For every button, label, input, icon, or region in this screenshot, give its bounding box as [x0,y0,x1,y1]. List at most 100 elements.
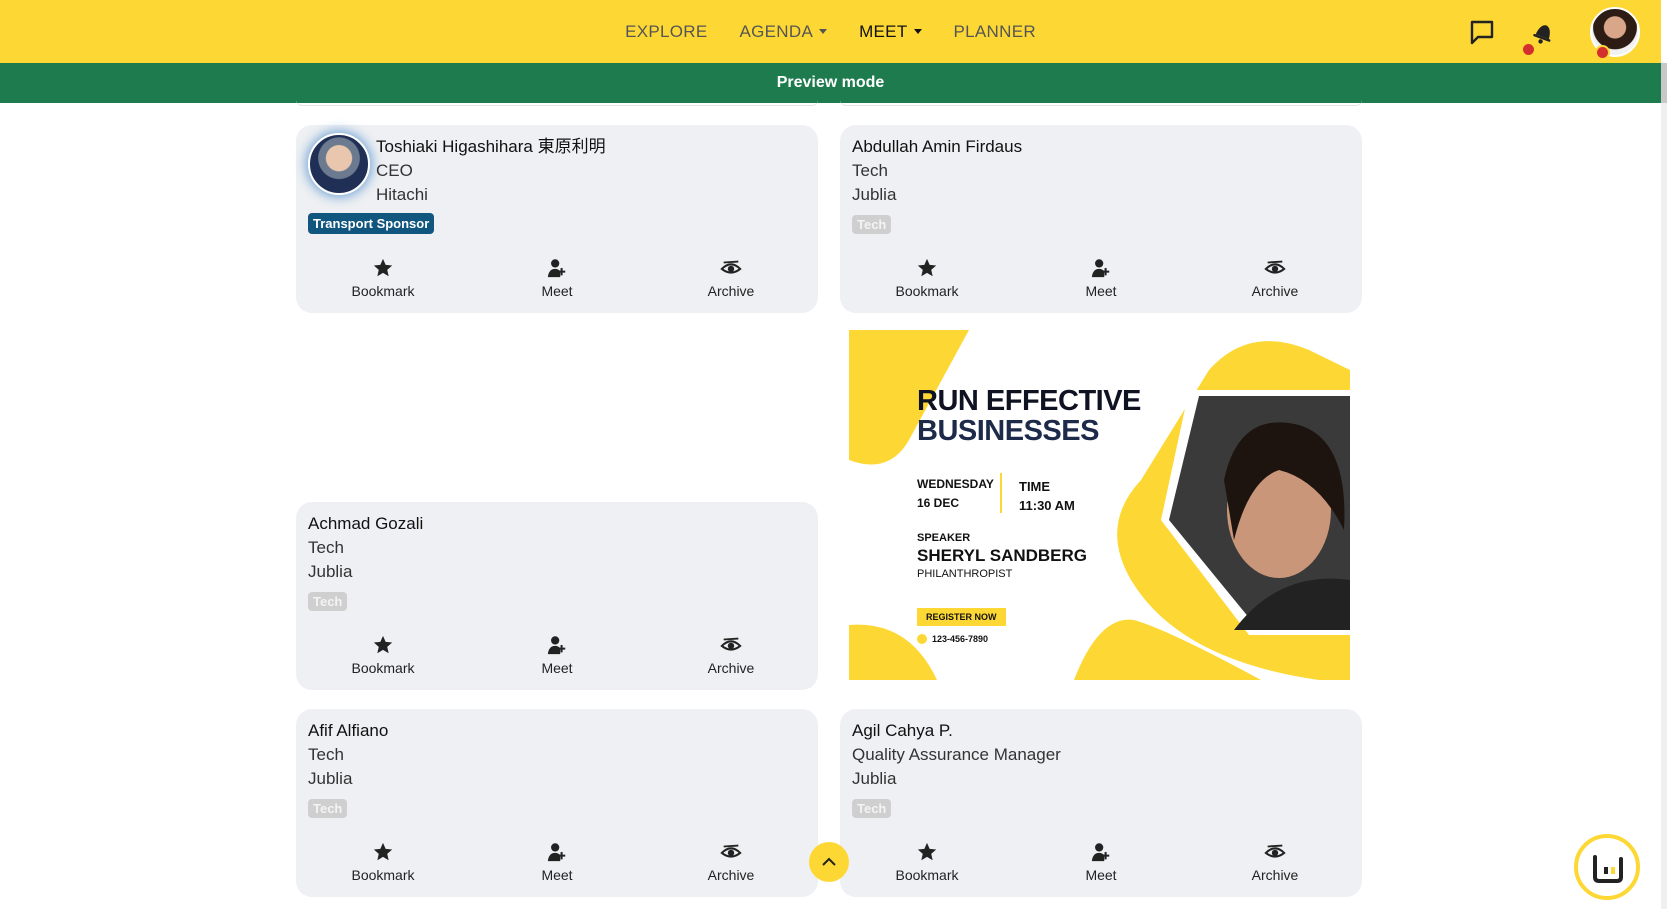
banner-day: WEDNESDAY [917,477,994,491]
attendee-card[interactable]: Abdullah Amin Firdaus Tech Jublia Tech B… [840,125,1362,313]
preview-mode-label: Preview mode [776,74,885,91]
attendee-info: Achmad Gozali Tech Jublia Tech [308,512,423,611]
attendee-info: Agil Cahya P. Quality Assurance Manager … [852,719,1061,818]
attendee-photo [308,133,370,195]
notification-dot [1521,41,1536,57]
eye-slash-icon [1264,844,1286,858]
attendee-info: Afif Alfiano Tech Jublia Tech [308,719,388,818]
banner-divider [1000,473,1002,513]
messages-button[interactable] [1465,15,1499,49]
bookmark-label: Bookmark [351,283,415,299]
attendee-name: Abdullah Amin Firdaus [852,137,1023,156]
star-icon [917,842,937,861]
banner-speaker-name: SHERYL SANDBERG [917,546,1088,565]
card-actions: Bookmark Meet Archive [840,841,1362,883]
attendee-card[interactable]: Achmad Gozali Tech Jublia Tech Bookmark … [296,502,818,690]
meet-label: Meet [541,283,573,299]
phone-icon [917,634,927,644]
attendee-company: Hitachi [376,185,428,204]
nav-explore[interactable]: EXPLORE [625,22,707,42]
card-actions: Bookmark Meet Archive [296,634,818,676]
bookmark-button[interactable]: Bookmark [840,841,1014,883]
banner-date-value: 16 DEC [917,496,960,510]
star-icon [373,635,393,654]
archive-label: Archive [1251,867,1299,883]
scrollbar-track[interactable] [1661,63,1667,909]
chevron-up-icon [822,857,836,866]
card-actions: Bookmark Meet Archive [296,841,818,883]
banner-title-line1: RUN EFFECTIVE [917,385,1141,417]
nav-meet[interactable]: MEET [859,21,922,42]
meet-button[interactable]: Meet [470,257,644,299]
eye-slash-icon [1264,260,1286,274]
chat-bubble-icon [1470,20,1494,44]
tech-tag: Tech [308,592,348,611]
meet-button[interactable]: Meet [470,634,644,676]
attendee-title: Tech [308,745,344,764]
attendee-name: Achmad Gozali [308,514,424,533]
bookmark-button[interactable]: Bookmark [296,257,470,299]
nav-meet-label: MEET [859,21,908,41]
bookmark-button[interactable]: Bookmark [296,634,470,676]
banner-speaker-role: PHILANTHROPIST [917,568,1013,580]
attendee-name: Afif Alfiano [308,721,389,740]
archive-button[interactable]: Archive [644,257,818,299]
eye-slash-icon [720,637,742,651]
bookmark-button[interactable]: Bookmark [296,841,470,883]
register-now-button[interactable]: REGISTER NOW [917,608,1006,626]
bookmark-button[interactable]: Bookmark [840,257,1014,299]
scroll-to-top-button[interactable] [809,842,849,882]
nav-planner-label: PLANNER [953,21,1036,41]
event-promo-banner[interactable]: RUN EFFECTIVE BUSINESSES WEDNESDAY 16 DEC … [849,330,1350,680]
eye-slash-icon [720,260,742,274]
user-plus-icon [547,259,566,278]
scrollbar-thumb[interactable] [1661,63,1667,103]
nav-agenda[interactable]: AGENDA [739,22,828,42]
attendee-name: Agil Cahya P. [852,721,953,740]
card-edge [296,100,818,106]
tech-tag: Tech [308,799,348,818]
tech-tag: Tech [852,799,892,818]
meet-button[interactable]: Meet [1014,257,1188,299]
archive-button[interactable]: Archive [644,841,818,883]
eye-slash-icon [720,844,742,858]
notifications-button[interactable] [1521,15,1561,57]
nav-explore-label: EXPLORE [625,21,708,41]
chat-widget-button[interactable] [1574,834,1640,900]
user-plus-icon [1091,259,1110,278]
banner-title: RUN EFFECTIVE BUSINESSES [917,386,1141,446]
attendee-card[interactable]: Afif Alfiano Tech Jublia Tech Bookmark M… [296,709,818,897]
attendee-card[interactable]: Agil Cahya P. Quality Assurance Manager … [840,709,1362,897]
attendee-title: Tech [308,538,344,557]
nav-planner[interactable]: PLANNER [954,22,1036,42]
attendee-info: Abdullah Amin Firdaus Tech Jublia Tech [852,135,1022,234]
meet-button[interactable]: Meet [1014,841,1188,883]
archive-button[interactable]: Archive [644,634,818,676]
attendee-card[interactable]: Toshiaki Higashihara 東原利明 CEO Hitachi Tr… [296,125,818,313]
attendee-title: CEO [376,161,413,180]
caret-down-icon [819,29,828,34]
banner-time-value: 11:30 AM [1019,498,1075,513]
caret-down-icon [913,29,922,34]
attendee-title: Quality Assurance Manager [852,745,1061,764]
user-plus-icon [547,843,566,862]
archive-button[interactable]: Archive [1188,841,1362,883]
bell-icon [1533,24,1551,44]
banner-title-line2: BUSINESSES [917,415,1099,447]
meet-label: Meet [1085,867,1117,883]
banner-speaker-label: SPEAKER [917,532,971,544]
attendee-company: Jublia [852,769,897,788]
sponsor-tag: Transport Sponsor [308,213,435,234]
banner-time: TIME 11:30 AM [1019,477,1075,515]
archive-label: Archive [1251,283,1299,299]
profile-status-dot [1595,44,1610,60]
archive-button[interactable]: Archive [1188,257,1362,299]
star-icon [917,258,937,277]
bookmark-label: Bookmark [351,867,415,883]
bookmark-label: Bookmark [895,867,959,883]
profile-button[interactable] [1589,6,1641,60]
star-icon [373,258,393,277]
meet-button[interactable]: Meet [470,841,644,883]
attendee-company: Jublia [308,562,353,581]
chat-logo-icon [1593,855,1623,883]
